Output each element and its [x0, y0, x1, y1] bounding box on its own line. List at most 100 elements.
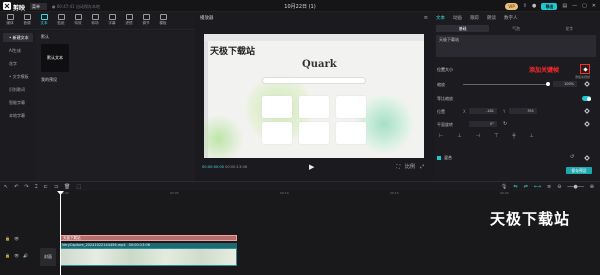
- tab-audio[interactable]: 音频: [19, 14, 35, 26]
- split-icon[interactable]: ⌶: [35, 184, 38, 190]
- video-clip-thumbnails[interactable]: [60, 248, 237, 266]
- blend-checkbox[interactable]: [437, 156, 441, 160]
- tab-template[interactable]: 模板: [155, 14, 171, 26]
- text-content-field[interactable]: 天极下载站: [436, 35, 596, 57]
- nav-new-text[interactable]: • 新建文本: [3, 33, 33, 42]
- zoom-out-icon[interactable]: ⊖: [557, 184, 561, 190]
- ratio-button[interactable]: 比例: [405, 163, 415, 170]
- close-icon[interactable]: ✕: [592, 3, 596, 9]
- nav-local-subtitle[interactable]: 本地字幕: [3, 111, 33, 120]
- avatar[interactable]: ●: [532, 3, 536, 9]
- share-icon[interactable]: ⇪: [523, 3, 527, 9]
- time-ruler[interactable]: 00:00 00:05 00:10 00:15 00:20: [60, 191, 600, 197]
- cover-button[interactable]: 封面: [40, 248, 56, 266]
- track-visibility-icon[interactable]: 👁: [14, 236, 19, 241]
- pos-x-input[interactable]: -181: [469, 108, 497, 114]
- inspector-subtabs: 基础 气泡 花字: [436, 25, 596, 32]
- link-icon[interactable]: ⇌: [524, 184, 528, 190]
- zoom-slider[interactable]: ──●──: [567, 184, 583, 190]
- mic-icon[interactable]: 🎙: [501, 184, 507, 190]
- zoom-in-icon[interactable]: ⊕: [590, 184, 594, 190]
- inspector-tabs: 文本 动画 跟踪 朗读 数字人: [436, 15, 526, 21]
- tab-text[interactable]: 文本: [436, 15, 445, 21]
- main-track-visibility-icon[interactable]: 👁: [14, 253, 19, 258]
- maximize-icon[interactable]: ▢: [582, 3, 587, 9]
- quick-card: [262, 96, 292, 118]
- transition-icon: [91, 14, 99, 20]
- scale-slider-knob[interactable]: [546, 82, 550, 86]
- layout-icon[interactable]: ▤: [562, 3, 567, 9]
- reset-icon[interactable]: ↺: [570, 154, 574, 160]
- align-icon[interactable]: ≡: [547, 184, 551, 190]
- rotation-keyframe-icon[interactable]: [584, 121, 590, 127]
- export-button[interactable]: 导出: [541, 2, 558, 10]
- timeline-right-tools: 🎙 ⇋ ⇌ ⟷ ≡ ⊖ ──●── ⊕: [501, 184, 594, 190]
- text-clip[interactable]: 天极下载站: [60, 235, 237, 241]
- nav-lyrics[interactable]: 识别歌词: [3, 85, 33, 94]
- effects-icon: [74, 14, 82, 20]
- magnet-icon[interactable]: ⇋: [513, 184, 517, 190]
- playhead[interactable]: [60, 191, 61, 275]
- timeline[interactable]: 00:00 00:05 00:10 00:15 00:20 🔒 👁 天极下载站 …: [0, 191, 600, 275]
- align-left-icon[interactable]: ⊢: [439, 133, 443, 139]
- tab-read-aloud[interactable]: 朗读: [487, 15, 496, 21]
- tab-text[interactable]: 文本: [36, 14, 52, 26]
- pos-y-input[interactable]: 351: [509, 108, 537, 114]
- main-track-audio-icon[interactable]: 🔊: [23, 253, 28, 258]
- nav-ai-generate[interactable]: AI生成: [3, 46, 33, 55]
- vip-badge[interactable]: VIP: [505, 2, 518, 10]
- tab-filter[interactable]: 滤镜: [121, 14, 137, 26]
- tab-animation[interactable]: 动画: [453, 15, 462, 21]
- preview-axis-icon[interactable]: ⟷: [534, 184, 541, 190]
- split-left-icon[interactable]: ⊏: [44, 184, 48, 190]
- play-icon[interactable]: ▶: [309, 163, 314, 171]
- tab-sticker[interactable]: 贴纸: [53, 14, 69, 26]
- tab-adjust[interactable]: 调节: [138, 14, 154, 26]
- text-overlay[interactable]: 天极下载站: [210, 44, 255, 57]
- split-right-icon[interactable]: ⊐: [54, 184, 58, 190]
- fullscreen-icon[interactable]: ⤢: [420, 164, 424, 170]
- delete-icon[interactable]: 🗑: [64, 184, 70, 190]
- keyframe-tooltip: 添加关键帧: [575, 75, 591, 79]
- rotation-input[interactable]: 0°: [469, 121, 497, 127]
- tab-subtitle[interactable]: 字幕: [104, 14, 120, 26]
- nav-smart-subtitle[interactable]: 智能字幕: [3, 98, 33, 107]
- uniform-scale-toggle[interactable]: [582, 96, 591, 101]
- edit-tools: ↖ ↶ ↷ ⌶ ⊏ ⊐ 🗑 ⬚: [4, 184, 81, 190]
- position-keyframe-icon[interactable]: [584, 108, 590, 114]
- track-lock-icon[interactable]: 🔒: [5, 236, 10, 241]
- tab-media[interactable]: 媒体: [2, 14, 18, 26]
- main-track-lock-icon[interactable]: 🔒: [5, 253, 10, 258]
- default-text-card[interactable]: 默认文本: [41, 44, 69, 72]
- fullscreen-crop-icon[interactable]: ⛶: [396, 164, 400, 170]
- preview-canvas[interactable]: Quark 天极下载站: [204, 34, 424, 158]
- tab-tracking[interactable]: 跟踪: [470, 15, 479, 21]
- blend-keyframe-icon[interactable]: [584, 155, 590, 161]
- align-top-icon[interactable]: ⊤: [494, 133, 498, 139]
- undo-icon[interactable]: ↶: [14, 184, 18, 190]
- align-center-h-icon[interactable]: ⊥: [457, 133, 461, 139]
- scale-slider[interactable]: [463, 84, 548, 85]
- rotate-icon[interactable]: ↻: [503, 121, 507, 127]
- more-icon[interactable]: ≡: [424, 15, 428, 21]
- align-bottom-icon[interactable]: ⊥: [529, 133, 533, 139]
- scale-keyframe-icon[interactable]: [584, 81, 590, 87]
- minimize-icon[interactable]: —: [572, 3, 577, 9]
- nav-text-template[interactable]: • 文字模板: [3, 72, 33, 81]
- subtab-bubble[interactable]: 气泡: [489, 25, 542, 32]
- tab-transition[interactable]: 转场: [87, 14, 103, 26]
- subtab-fancy[interactable]: 花字: [543, 25, 596, 32]
- select-icon[interactable]: ↖: [4, 184, 8, 190]
- nav-fancy-text[interactable]: 花字: [3, 59, 33, 68]
- align-right-icon[interactable]: ⊣: [476, 133, 480, 139]
- add-keyframe-button[interactable]: [580, 64, 590, 74]
- subtab-basic[interactable]: 基础: [436, 25, 490, 32]
- redo-icon[interactable]: ↷: [24, 184, 28, 190]
- align-center-v-icon[interactable]: ╪: [512, 133, 515, 139]
- tab-digital-human[interactable]: 数字人: [504, 15, 518, 21]
- save-preset-button[interactable]: 保存预设: [566, 167, 592, 174]
- tab-effects[interactable]: 特效: [70, 14, 86, 26]
- crop-icon[interactable]: ⬚: [76, 184, 81, 190]
- scale-input[interactable]: 100%: [553, 81, 577, 87]
- quark-logo: Quark: [302, 59, 337, 70]
